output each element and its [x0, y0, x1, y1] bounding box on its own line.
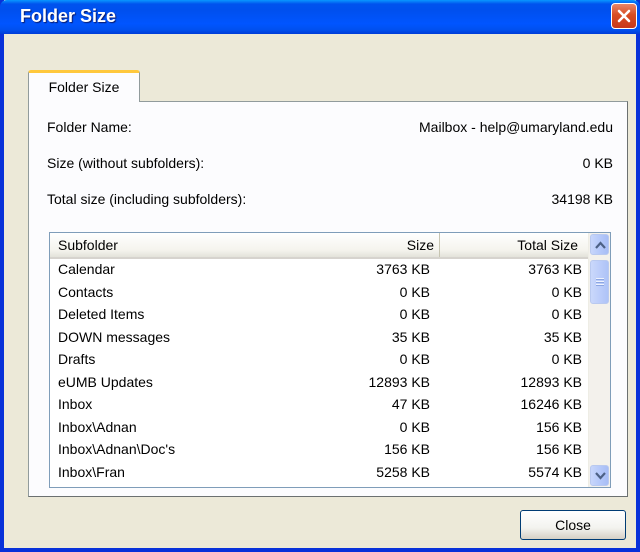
table-row[interactable]: eUMB Updates 12893 KB 12893 KB — [50, 372, 590, 395]
total-size-cell: 0 KB — [551, 283, 582, 300]
total-size-cell: 3763 KB — [528, 261, 582, 277]
size-value: 0 KB — [582, 155, 613, 171]
total-size-cell: 156 KB — [536, 418, 582, 435]
table-row[interactable]: Inbox\Adnan 0 KB 156 KB — [50, 417, 590, 440]
total-size-label: Total size (including subfolders): — [47, 191, 247, 207]
subfolder-cell: Deleted Items — [58, 306, 145, 322]
folder-size-dialog: Folder Size Folder Size Folder Name: Mai… — [0, 0, 640, 552]
column-header-total-size[interactable]: Total Size — [440, 233, 590, 257]
size-cell: 3763 KB — [376, 261, 430, 277]
table-row[interactable]: Drafts 0 KB 0 KB — [50, 349, 590, 372]
size-cell: 5258 KB — [376, 463, 430, 480]
chevron-up-icon — [595, 241, 606, 249]
size-cell: 47 KB — [391, 396, 430, 412]
subfolder-cell: Calendar — [58, 261, 115, 277]
size-cell: 0 KB — [399, 283, 430, 300]
size-cell: 0 KB — [399, 306, 430, 322]
scroll-grip-line — [596, 278, 604, 279]
chevron-down-icon — [595, 472, 606, 480]
table-row[interactable]: Inbox 47 KB 16246 KB — [50, 394, 590, 417]
close-icon — [617, 9, 631, 23]
subfolder-cell: Inbox\Adnan — [58, 418, 137, 435]
scroll-thumb[interactable] — [590, 260, 609, 304]
total-size-cell: 16246 KB — [520, 396, 583, 412]
subfolder-cell: eUMB Updates — [58, 373, 153, 390]
list-header: Subfolder Size Total Size — [50, 233, 590, 259]
window-close-button[interactable] — [611, 3, 637, 29]
tab-label: Folder Size — [48, 79, 120, 95]
size-cell: 156 KB — [384, 441, 430, 457]
scroll-grip-line — [596, 284, 604, 285]
table-row[interactable]: Inbox\Adnan\Doc's 156 KB 156 KB — [50, 439, 590, 462]
total-size-cell: 5574 KB — [528, 463, 582, 480]
tab-folder-size[interactable]: Folder Size — [28, 70, 140, 102]
total-size-cell: 0 KB — [551, 306, 582, 322]
size-cell: 0 KB — [399, 351, 430, 367]
size-cell: 0 KB — [399, 418, 430, 435]
subfolder-cell: Inbox — [58, 396, 93, 412]
vertical-scrollbar[interactable] — [588, 233, 610, 487]
folder-name-label: Folder Name: — [47, 119, 132, 135]
close-button[interactable]: Close — [520, 510, 626, 540]
total-size-cell: 12893 KB — [520, 373, 583, 390]
table-row[interactable]: DOWN messages 35 KB 35 KB — [50, 327, 590, 350]
scroll-down-button[interactable] — [590, 465, 609, 486]
subfolder-list[interactable]: Subfolder Size Total Size Calendar 3763 K… — [49, 232, 611, 488]
tab-panel: Folder Name: Mailbox - help@umaryland.ed… — [28, 101, 628, 497]
table-row[interactable]: Inbox\Fran 5258 KB 5574 KB — [50, 462, 590, 485]
subfolder-cell: Contacts — [58, 283, 114, 300]
total-size-cell: 0 KB — [551, 351, 582, 367]
title-bar[interactable]: Folder Size — [0, 0, 640, 34]
scroll-grip-line — [596, 281, 604, 282]
size-label: Size (without subfolders): — [47, 155, 205, 171]
table-row[interactable]: Contacts 0 KB 0 KB — [50, 282, 590, 305]
subfolder-cell: DOWN messages — [58, 328, 171, 345]
window-title: Folder Size — [20, 6, 117, 26]
subfolder-cell: Drafts — [58, 351, 96, 367]
total-size-cell: 35 KB — [543, 328, 582, 345]
subfolder-cell: Inbox\Adnan\Doc's — [58, 441, 176, 457]
total-size-value: 34198 KB — [551, 191, 614, 207]
table-row[interactable]: Calendar 3763 KB 3763 KB — [50, 259, 590, 282]
table-row[interactable]: Deleted Items 0 KB 0 KB — [50, 304, 590, 327]
size-cell: 12893 KB — [368, 373, 431, 390]
folder-name-value: Mailbox - help@umaryland.edu — [419, 119, 613, 135]
subfolder-cell: Inbox\Fran — [58, 463, 125, 480]
scroll-up-button[interactable] — [590, 234, 609, 255]
size-cell: 35 KB — [391, 328, 430, 345]
list-rows: Calendar 3763 KB 3763 KB Contacts 0 KB 0 KB … — [50, 259, 590, 484]
column-header-size[interactable]: Size — [323, 233, 440, 257]
total-size-cell: 156 KB — [536, 441, 582, 457]
